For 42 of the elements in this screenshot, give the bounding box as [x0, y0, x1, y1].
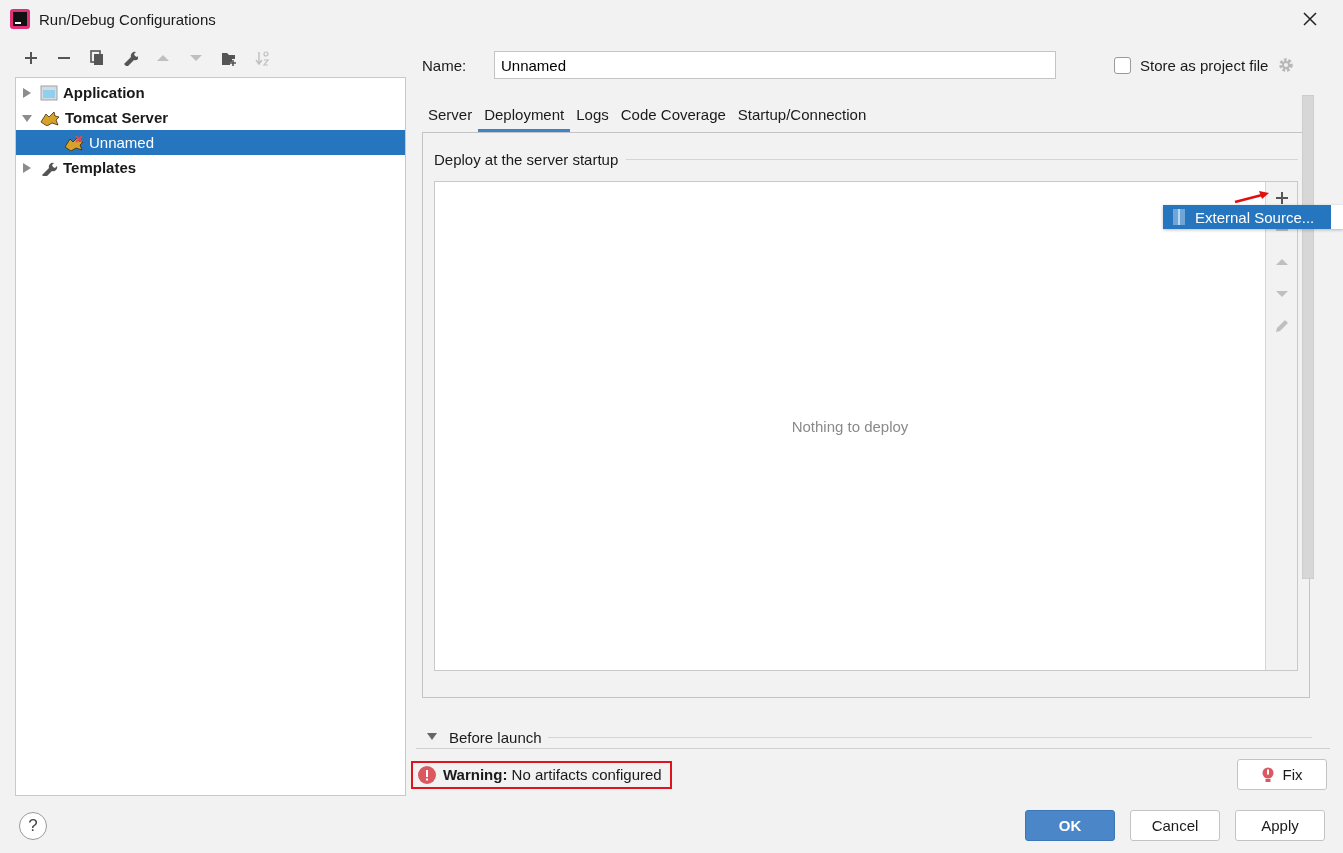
tree-item[interactable]: Application — [16, 80, 405, 105]
tab[interactable]: Code Coverage — [614, 100, 732, 132]
help-button[interactable]: ? — [19, 811, 47, 840]
tab[interactable]: Startup/Connection — [731, 100, 873, 132]
checkbox[interactable] — [1114, 56, 1131, 74]
dialog-button[interactable]: Apply — [1235, 810, 1325, 841]
add-icon[interactable] — [23, 49, 39, 66]
add-icon[interactable] — [1273, 190, 1290, 206]
error-bulb-icon — [1261, 766, 1274, 783]
expanded-arrow-icon[interactable] — [426, 732, 438, 742]
app-logo-icon — [10, 9, 30, 29]
ok-button[interactable]: OK — [1025, 810, 1115, 841]
close-icon[interactable] — [1303, 12, 1317, 26]
archive-icon — [1173, 209, 1185, 225]
section-title: Deploy at the server startup — [434, 150, 619, 168]
checkbox-label: Store as project file — [1140, 56, 1269, 74]
annotation-arrow — [1234, 190, 1270, 204]
tree-item[interactable]: Unnamed — [16, 130, 405, 155]
cat-error-icon — [64, 134, 84, 151]
name-field[interactable]: Unnamed — [494, 51, 1056, 79]
cat-icon — [40, 109, 60, 126]
empty-text: Nothing to deploy — [791, 417, 909, 435]
tree-item[interactable]: Tomcat Server — [16, 105, 405, 130]
tab[interactable]: Deployment — [478, 100, 571, 132]
warning-text: Warning: No artifacts configured — [443, 766, 662, 783]
menu-item[interactable]: External Source... — [1163, 205, 1331, 229]
tree-item[interactable]: Templates — [16, 155, 405, 180]
tab[interactable]: Server — [422, 100, 479, 132]
settings-icon[interactable] — [1277, 56, 1296, 74]
dialog-button[interactable]: Cancel — [1130, 810, 1220, 841]
wrench-icon[interactable] — [122, 49, 138, 66]
error-icon — [418, 765, 436, 784]
collapsed-arrow-icon[interactable] — [22, 162, 32, 173]
name-label: Name: — [422, 56, 468, 74]
section-label: Before launch — [449, 728, 542, 746]
tab[interactable]: Logs — [570, 100, 615, 132]
window-title: Run/Debug Configurations — [39, 10, 217, 28]
fix-button[interactable]: Fix — [1237, 759, 1327, 790]
collapsed-arrow-icon[interactable] — [22, 87, 32, 98]
window-icon — [40, 84, 58, 101]
expanded-arrow-icon[interactable] — [22, 112, 32, 123]
copy-icon[interactable] — [89, 49, 105, 66]
